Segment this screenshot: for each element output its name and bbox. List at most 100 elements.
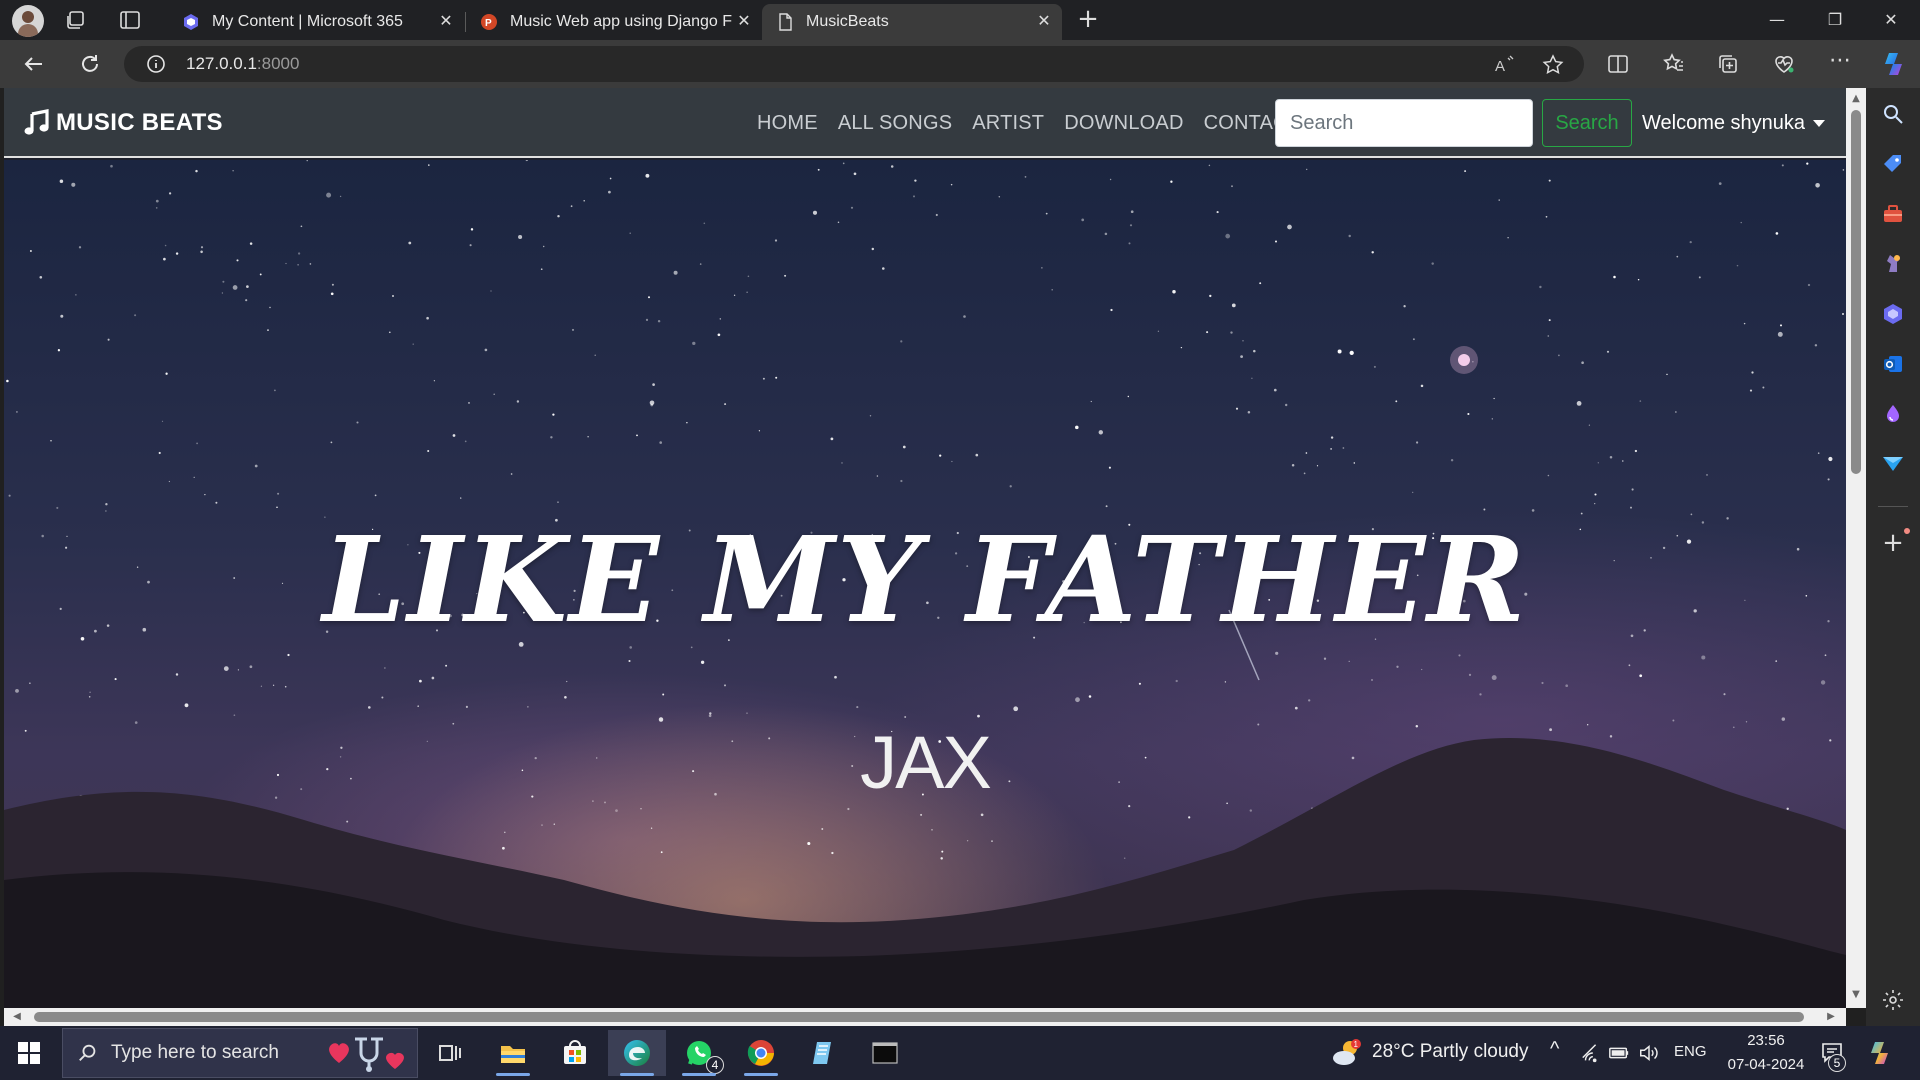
running-indicator (620, 1073, 654, 1076)
copilot-icon[interactable] (1880, 50, 1908, 78)
tab-music-web-app[interactable]: P Music Web app using Django Fra ✕ (466, 4, 762, 40)
site-brand[interactable]: MUSIC BEATS (24, 107, 223, 139)
running-indicator (744, 1073, 778, 1076)
tab-title: My Content | Microsoft 365 (212, 13, 403, 30)
terminal-icon[interactable] (856, 1030, 914, 1076)
microsoft-store-icon[interactable] (546, 1030, 604, 1076)
split-screen-icon[interactable] (1606, 52, 1630, 76)
battery-icon[interactable] (1608, 1042, 1630, 1064)
shopping-tag-icon[interactable] (1881, 152, 1905, 176)
close-icon[interactable]: ✕ (434, 10, 458, 34)
sidebar-divider (1878, 506, 1908, 507)
profile-avatar[interactable] (12, 5, 44, 37)
file-explorer-icon[interactable] (484, 1030, 542, 1076)
taskbar-search-placeholder: Type here to search (111, 1042, 279, 1063)
read-aloud-icon[interactable]: A (1494, 54, 1516, 76)
windows-start-icon[interactable] (18, 1042, 40, 1064)
nav-download[interactable]: DOWNLOAD (1064, 112, 1183, 135)
refresh-button[interactable] (76, 50, 104, 78)
scroll-left-arrow[interactable]: ◀ (12, 1012, 22, 1022)
close-window-button[interactable]: ✕ (1862, 0, 1920, 40)
windows-taskbar: Type here to search 4 1 28°C Partly clou… (0, 1026, 1920, 1080)
task-view-icon[interactable] (420, 1030, 478, 1076)
tab-title: Music Web app using Django Fra (510, 13, 732, 30)
tab-musicbeats[interactable]: MusicBeats ✕ (762, 4, 1062, 40)
hero-banner: LIKE MY FATHER JAX (4, 160, 1846, 1008)
restore-button[interactable]: ❐ (1806, 0, 1864, 40)
weather-partly-cloudy-icon: 1 (1333, 1039, 1361, 1065)
horizontal-scrollbar[interactable]: ◀ ▶ (4, 1008, 1846, 1026)
scroll-right-arrow[interactable]: ▶ (1826, 1012, 1836, 1022)
svg-text:P: P (485, 18, 492, 29)
horizontal-scroll-thumb[interactable] (34, 1012, 1804, 1022)
edge-sidebar: + (1866, 88, 1920, 1026)
close-icon[interactable]: ✕ (732, 10, 756, 34)
outlook-icon[interactable] (1881, 352, 1905, 376)
close-icon[interactable]: ✕ (1032, 10, 1056, 34)
nav-artist[interactable]: ARTIST (972, 112, 1044, 135)
vertical-scroll-thumb[interactable] (1851, 110, 1861, 474)
edge-browser-icon[interactable] (608, 1030, 666, 1076)
favorites-icon[interactable] (1662, 52, 1686, 76)
clock-date[interactable]: 07-04-2024 (1718, 1056, 1814, 1073)
weather-text[interactable]: 28°C Partly cloudy (1372, 1041, 1529, 1063)
scroll-down-arrow[interactable]: ▼ (1851, 990, 1861, 1000)
minimize-button[interactable]: — (1748, 0, 1806, 40)
search-icon (79, 1044, 96, 1061)
games-icon[interactable] (1881, 252, 1905, 276)
info-icon[interactable] (146, 54, 166, 74)
copilot-taskbar-icon[interactable] (1866, 1039, 1894, 1067)
microsoft-365-icon[interactable] (1881, 302, 1905, 326)
user-dropdown[interactable]: Welcome shynuka (1642, 88, 1826, 158)
whatsapp-icon[interactable]: 4 (670, 1030, 728, 1076)
add-icon[interactable]: + (1881, 530, 1905, 556)
tab-actions-icon[interactable] (118, 8, 142, 32)
favorite-star-icon[interactable] (1542, 54, 1564, 76)
vertical-scrollbar[interactable]: ▲ ▼ (1846, 88, 1866, 1008)
more-menu-icon[interactable]: ⋯ (1828, 50, 1852, 76)
svg-text:A: A (1495, 58, 1505, 75)
drop-icon[interactable] (1881, 402, 1905, 426)
svg-text:1: 1 (1354, 1040, 1359, 1049)
notification-dot (1904, 528, 1910, 534)
taskbar-search-box[interactable]: Type here to search (62, 1028, 418, 1078)
settings-gear-icon[interactable] (1881, 988, 1905, 1012)
search-input[interactable] (1275, 99, 1533, 147)
notes-app-icon[interactable] (794, 1030, 852, 1076)
notification-count-badge: 5 (1828, 1054, 1846, 1072)
search-button[interactable]: Search (1542, 99, 1632, 147)
nav-home[interactable]: HOME (757, 112, 818, 135)
language-indicator[interactable]: ENG (1674, 1043, 1707, 1060)
tools-icon[interactable] (1881, 202, 1905, 226)
artist-name: JAX (860, 721, 992, 804)
search-highlight-hearts-icon (329, 1037, 404, 1072)
clock-time[interactable]: 23:56 (1738, 1032, 1794, 1049)
caret-down-icon (1813, 119, 1826, 127)
welcome-text: Welcome shynuka (1642, 111, 1806, 134)
show-hidden-icons-chevron-icon[interactable]: ^ (1550, 1038, 1559, 1061)
brand-name: MUSIC BEATS (56, 109, 223, 136)
powerpoint-icon: P (481, 14, 497, 30)
send-icon[interactable] (1881, 452, 1905, 476)
tab-bar: My Content | Microsoft 365 ✕ P Music Web… (0, 0, 1920, 40)
workspaces-icon[interactable] (64, 8, 88, 32)
scroll-up-arrow[interactable]: ▲ (1851, 94, 1861, 104)
back-button[interactable] (20, 50, 48, 78)
tab-title: MusicBeats (806, 13, 889, 30)
new-tab-button[interactable]: + (1076, 6, 1100, 32)
web-page: MUSIC BEATS HOME ALL SONGS ARTIST DOWNLO… (4, 88, 1846, 1008)
running-indicator (496, 1073, 530, 1076)
whatsapp-badge: 4 (706, 1056, 724, 1074)
collections-icon[interactable] (1716, 52, 1740, 76)
microsoft-365-icon (184, 14, 198, 30)
url-field[interactable]: 127.0.0.1:8000 A (124, 46, 1584, 82)
nav-all-songs[interactable]: ALL SONGS (838, 112, 952, 135)
volume-icon[interactable] (1638, 1042, 1660, 1064)
wifi-icon[interactable] (1580, 1042, 1602, 1064)
running-indicator (682, 1073, 716, 1076)
browser-essentials-icon[interactable] (1772, 52, 1796, 76)
search-icon[interactable] (1881, 102, 1905, 126)
tab-microsoft-365[interactable]: My Content | Microsoft 365 ✕ (168, 4, 464, 40)
address-bar: 127.0.0.1:8000 A ⋯ (0, 40, 1920, 88)
chrome-icon[interactable] (732, 1030, 790, 1076)
